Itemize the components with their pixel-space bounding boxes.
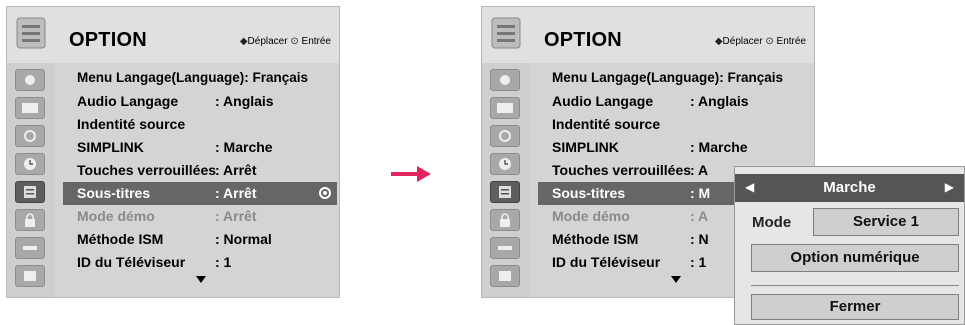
enter-icon: ⊙ [765,36,774,47]
navigation-hint: ◆Déplacer ⊙ Entrée [239,36,331,47]
scroll-down-icon[interactable] [671,276,681,283]
menu-row-key-lock[interactable]: Touches verrouillées: Arrêt [63,159,337,182]
antenna-icon[interactable] [15,69,45,91]
mode-label: Mode [752,214,792,231]
input-icon[interactable] [490,237,520,259]
picture-icon[interactable] [490,97,520,119]
menu-row-tv-id[interactable]: ID du Téléviseur: 1 [63,251,337,274]
menu-row-simplink[interactable]: SIMPLINK: Marche [63,136,337,159]
subtitle-settings-popup: ◀ Marche ▶ Mode Service 1 Option numériq… [734,166,965,325]
clock-icon[interactable] [490,153,520,175]
subtitle-toggle-selector[interactable]: ◀ Marche ▶ [735,174,964,202]
option-icon [491,17,521,49]
enter-icon [319,187,331,199]
transition-arrow-icon [391,166,431,182]
menu-row-ism-method[interactable]: Méthode ISM: Normal [63,228,337,251]
antenna-icon[interactable] [490,69,520,91]
digital-option-button[interactable]: Option numérique [751,244,959,272]
menu-header: OPTION ◆Déplacer ⊙ Entrée [7,7,339,63]
audio-icon[interactable] [15,125,45,147]
option-list: Menu Langage(Language): Français Audio L… [63,65,337,297]
lock-icon[interactable] [490,209,520,231]
menu-header: OPTION ◆Déplacer ⊙ Entrée [482,7,814,63]
menu-row-audio-language[interactable]: Audio Langage: Anglais [63,90,337,113]
menu-row-audio-language[interactable]: Audio Langage: Anglais [538,90,812,113]
navigation-hint: ◆Déplacer ⊙ Entrée [714,36,806,47]
option-category-icon[interactable] [15,181,45,203]
enter-icon: ⊙ [290,36,299,47]
clock-icon[interactable] [15,153,45,175]
menu-row-input-label[interactable]: Indentité source [538,113,812,136]
audio-icon[interactable] [490,125,520,147]
category-icon-column [482,63,530,297]
option-category-icon[interactable] [490,181,520,203]
category-icon-column [7,63,55,297]
menu-row-demo-mode: Mode démo: Arrêt [77,208,257,224]
mode-service-select[interactable]: Service 1 [813,208,959,236]
divider [751,285,959,286]
page-title: OPTION [69,29,147,51]
move-arrows-icon: ◆ [714,36,723,47]
right-arrow-icon[interactable]: ▶ [945,180,954,194]
scroll-down-icon[interactable] [196,276,206,283]
usb-icon[interactable] [15,265,45,287]
menu-row-language[interactable]: Menu Langage(Language): Français [63,67,337,90]
close-button[interactable]: Fermer [751,294,959,320]
option-menu-left: OPTION ◆Déplacer ⊙ Entrée Menu Langage(L… [6,6,340,298]
picture-icon[interactable] [15,97,45,119]
move-arrows-icon: ◆ [239,36,248,47]
menu-row-input-label[interactable]: Indentité source [63,113,337,136]
menu-row-language[interactable]: Menu Langage(Language): Français [538,67,812,90]
menu-row-simplink[interactable]: SIMPLINK: Marche [538,136,812,159]
lock-icon[interactable] [15,209,45,231]
menu-row-subtitles[interactable]: Sous-titres: Arrêt [63,182,337,205]
page-title: OPTION [544,29,622,51]
option-icon [16,17,46,49]
input-icon[interactable] [15,237,45,259]
usb-icon[interactable] [490,265,520,287]
